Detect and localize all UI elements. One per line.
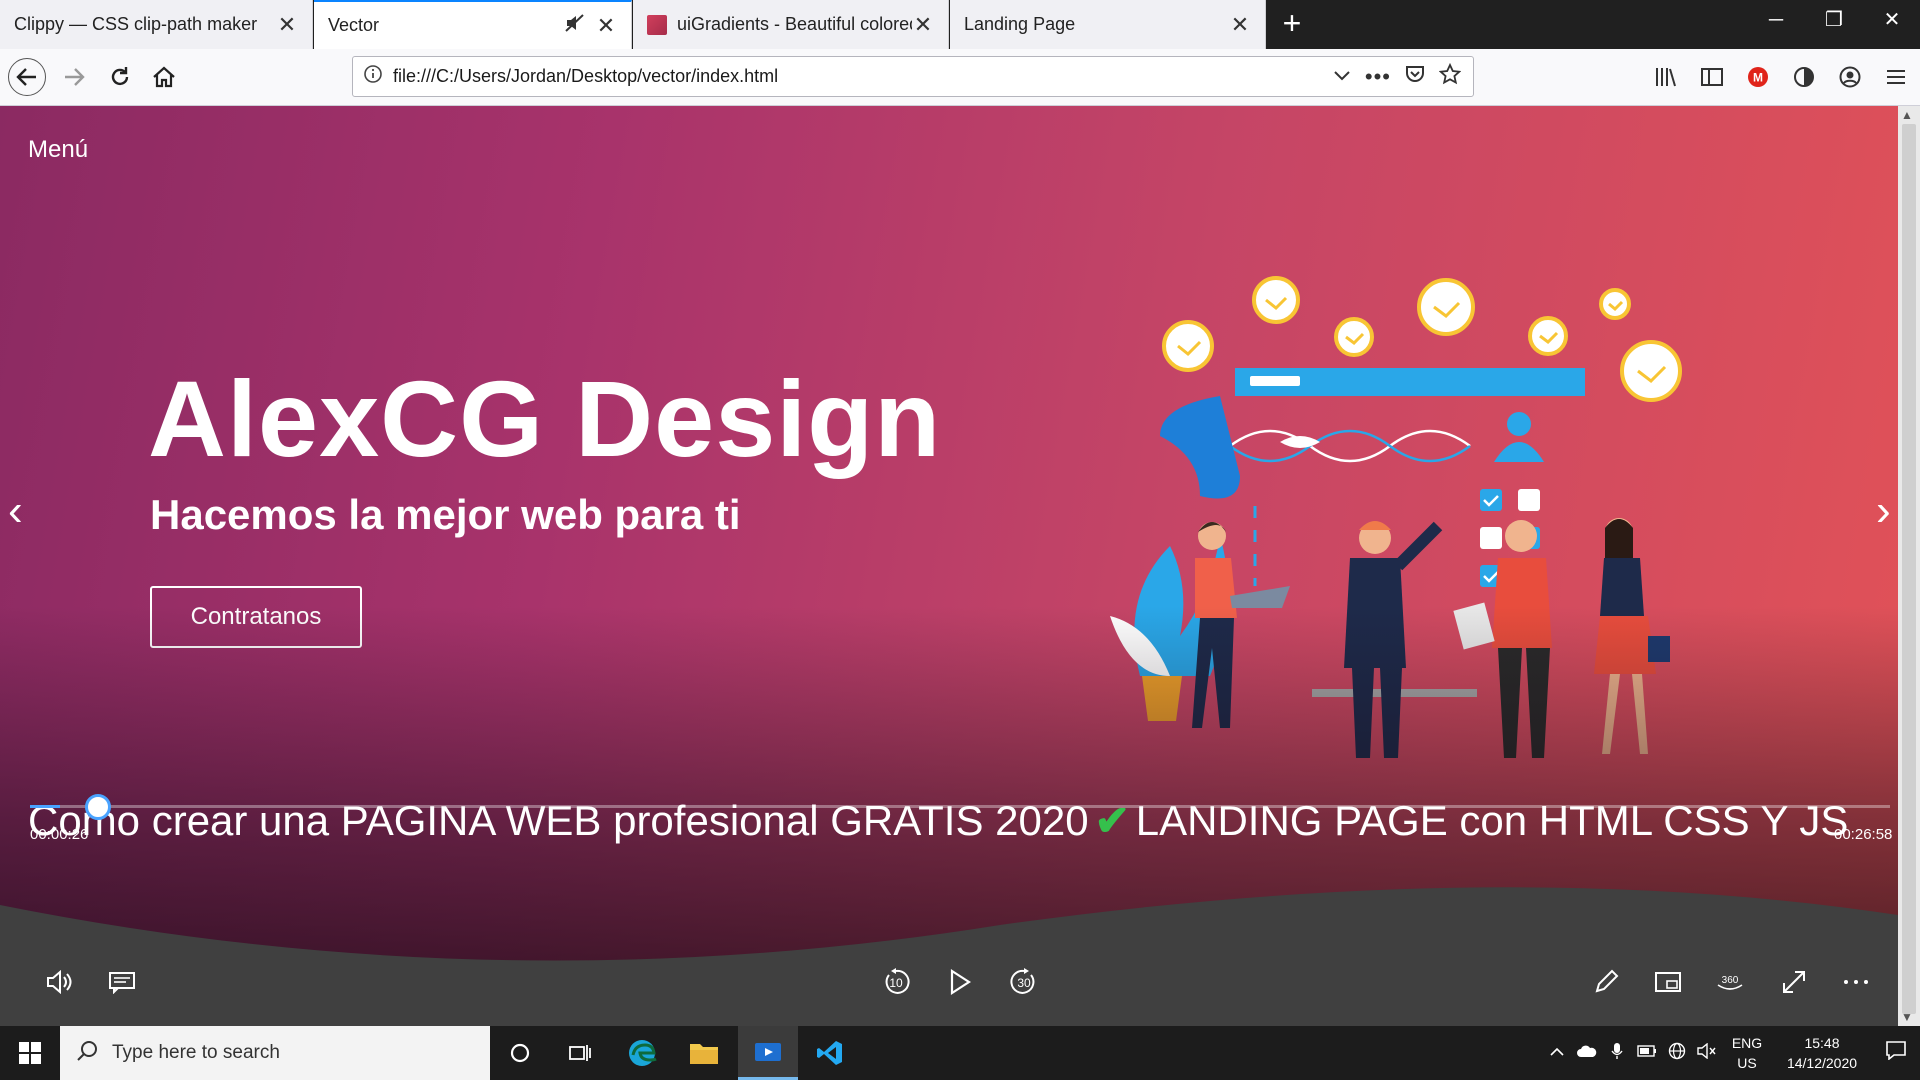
window-close-button[interactable]: ✕ bbox=[1864, 0, 1920, 40]
vscode-icon[interactable] bbox=[800, 1026, 860, 1080]
page-actions-more-icon[interactable]: ••• bbox=[1365, 64, 1391, 90]
system-tray: ENG US 15:48 14/12/2020 bbox=[1542, 1026, 1920, 1080]
svg-text:360: 360 bbox=[1722, 975, 1739, 986]
video-title: Como crear una PAGINA WEB profesional GR… bbox=[28, 796, 1848, 845]
tab-close-icon[interactable]: ✕ bbox=[595, 13, 617, 39]
carousel-next-arrow-icon[interactable]: › bbox=[1876, 486, 1891, 536]
onedrive-cloud-icon[interactable] bbox=[1572, 1044, 1602, 1063]
movies-tv-app-icon[interactable] bbox=[738, 1026, 798, 1080]
battery-icon[interactable] bbox=[1632, 1044, 1662, 1062]
extension-m-icon[interactable]: M bbox=[1744, 57, 1772, 97]
tray-chevron-up-icon[interactable] bbox=[1542, 1044, 1572, 1062]
mini-view-icon[interactable] bbox=[1648, 962, 1688, 1002]
cortana-icon[interactable] bbox=[490, 1026, 550, 1080]
tab-close-icon[interactable]: ✕ bbox=[1229, 12, 1251, 38]
tab-title: Landing Page bbox=[964, 14, 1076, 34]
svg-text:M: M bbox=[1753, 71, 1763, 85]
tab-vector[interactable]: Vector ✕ bbox=[314, 0, 632, 49]
volume-icon[interactable] bbox=[40, 962, 80, 1002]
reload-icon[interactable] bbox=[100, 57, 140, 97]
hero-title: AlexCG Design bbox=[148, 358, 942, 479]
tab-close-icon[interactable]: ✕ bbox=[912, 12, 934, 38]
edit-pencil-icon[interactable] bbox=[1586, 962, 1626, 1002]
navigation-toolbar: file:///C:/Users/Jordan/Desktop/vector/i… bbox=[0, 49, 1920, 106]
skip-back-seconds: 10 bbox=[889, 976, 903, 990]
scroll-down-arrow-icon[interactable]: ▼ bbox=[1901, 1010, 1913, 1024]
back-arrow-icon[interactable] bbox=[8, 58, 46, 96]
skip-forward-icon[interactable]: 30 bbox=[1004, 962, 1044, 1002]
current-time: 00:00:26 bbox=[30, 826, 89, 843]
library-icon[interactable] bbox=[1652, 57, 1680, 97]
language-line1: ENG bbox=[1731, 1035, 1763, 1051]
fullscreen-icon[interactable] bbox=[1774, 962, 1814, 1002]
forward-arrow-icon[interactable] bbox=[54, 57, 94, 97]
url-dropdown-chevron-icon[interactable] bbox=[1333, 65, 1351, 88]
seek-bar[interactable] bbox=[30, 794, 1890, 820]
menu-link[interactable]: Menú bbox=[28, 136, 88, 164]
360-view-icon[interactable]: 360 bbox=[1710, 962, 1750, 1002]
language-line2: US bbox=[1737, 1055, 1757, 1071]
skip-forward-seconds: 30 bbox=[1017, 976, 1031, 990]
hamburger-menu-icon[interactable] bbox=[1882, 57, 1910, 97]
uigradients-favicon-icon bbox=[647, 14, 667, 35]
network-globe-icon[interactable] bbox=[1662, 1042, 1692, 1065]
extension-shield-icon[interactable] bbox=[1790, 57, 1818, 97]
edge-browser-icon[interactable] bbox=[612, 1026, 672, 1080]
tab-landing-page[interactable]: Landing Page ✕ bbox=[950, 0, 1266, 49]
seek-bar-fill bbox=[30, 805, 60, 808]
search-placeholder: Type here to search bbox=[112, 1042, 280, 1063]
windows-taskbar: Type here to search ENG US 15:48 14/12/2… bbox=[0, 1026, 1920, 1080]
home-icon[interactable] bbox=[144, 57, 184, 97]
sidebar-icon[interactable] bbox=[1698, 57, 1726, 97]
tab-clippy[interactable]: Clippy — CSS clip-path maker ✕ bbox=[0, 0, 313, 49]
clock-time: 15:48 bbox=[1804, 1035, 1840, 1051]
play-icon[interactable] bbox=[940, 962, 980, 1002]
landing-page-viewport: Menú AlexCG Design Hacemos la mejor web … bbox=[0, 106, 1898, 1026]
bookmark-star-icon[interactable] bbox=[1438, 62, 1462, 91]
scroll-up-arrow-icon[interactable]: ▲ bbox=[1901, 108, 1913, 122]
tab-title: Clippy — CSS clip-path maker bbox=[14, 14, 258, 34]
url-text[interactable]: file:///C:/Users/Jordan/Desktop/vector/i… bbox=[393, 66, 1333, 87]
clock-date: 14/12/2020 bbox=[1786, 1055, 1858, 1071]
speaker-muted-icon[interactable] bbox=[1692, 1042, 1722, 1064]
microphone-icon[interactable] bbox=[1602, 1042, 1632, 1065]
total-time: 00:26:58 bbox=[1834, 826, 1893, 843]
tab-title: uiGradients - Beautiful colored bbox=[677, 14, 912, 34]
browser-tab-strip: Clippy — CSS clip-path maker ✕ Vector ✕ … bbox=[0, 0, 1920, 49]
account-icon[interactable] bbox=[1836, 57, 1864, 97]
speaker-muted-icon[interactable] bbox=[565, 14, 589, 37]
taskbar-clock[interactable]: 15:48 14/12/2020 bbox=[1772, 1033, 1872, 1073]
controls-background-wave bbox=[0, 887, 1898, 1026]
subtitles-icon[interactable] bbox=[102, 962, 142, 1002]
site-info-icon[interactable] bbox=[353, 65, 393, 88]
scrollbar-thumb[interactable] bbox=[1902, 124, 1916, 1014]
new-tab-button[interactable]: + bbox=[1272, 0, 1312, 49]
file-explorer-icon[interactable] bbox=[674, 1026, 734, 1080]
tab-close-icon[interactable]: ✕ bbox=[276, 12, 298, 38]
more-options-icon[interactable] bbox=[1836, 962, 1876, 1002]
windows-start-icon[interactable] bbox=[0, 1026, 60, 1080]
search-icon bbox=[76, 1040, 98, 1067]
pocket-icon[interactable] bbox=[1405, 64, 1425, 90]
url-bar[interactable]: file:///C:/Users/Jordan/Desktop/vector/i… bbox=[352, 56, 1474, 97]
seek-bar-handle[interactable] bbox=[85, 794, 111, 820]
notification-center-icon[interactable] bbox=[1872, 1040, 1920, 1066]
carousel-prev-arrow-icon[interactable]: ‹ bbox=[8, 486, 23, 536]
task-view-icon[interactable] bbox=[550, 1026, 610, 1080]
hero-subtitle: Hacemos la mejor web para ti bbox=[150, 491, 741, 538]
tab-title: Vector bbox=[328, 15, 380, 35]
restore-button[interactable]: ❐ bbox=[1806, 0, 1862, 40]
minimize-button[interactable]: ─ bbox=[1748, 0, 1804, 40]
tab-uigradients[interactable]: uiGradients - Beautiful colored ✕ bbox=[633, 0, 949, 49]
taskbar-search-box[interactable]: Type here to search bbox=[60, 1026, 490, 1080]
language-indicator[interactable]: ENG US bbox=[1722, 1033, 1772, 1073]
skip-back-icon[interactable]: 10 bbox=[876, 962, 916, 1002]
page-scrollbar[interactable]: ▲ ▼ bbox=[1898, 106, 1920, 1026]
